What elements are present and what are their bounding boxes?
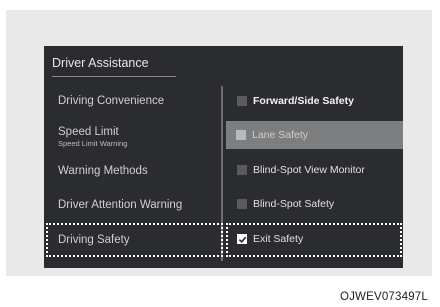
highlight-exit-safety (226, 223, 402, 257)
screen-title: Driver Assistance (52, 56, 149, 70)
option-label: Forward/Side Safety (253, 95, 354, 107)
option-label: Blind-Spot Safety (253, 198, 335, 210)
menu-item-driver-attention-warning[interactable]: Driver Attention Warning (58, 199, 182, 211)
menu-item-label: Speed Limit (58, 126, 119, 138)
option-lane-safety[interactable]: Lane Safety (226, 121, 403, 149)
option-label: Lane Safety (252, 129, 309, 141)
menu-item-label: Driving Convenience (58, 95, 165, 107)
checkbox[interactable] (237, 96, 247, 106)
option-forward-side-safety[interactable]: Forward/Side Safety (227, 86, 403, 116)
option-blind-spot-safety[interactable]: Blind-Spot Safety (227, 189, 403, 219)
checkbox[interactable] (236, 130, 246, 140)
menu-item-sublabel: Speed Limit Warning (58, 139, 128, 148)
checkbox[interactable] (237, 165, 247, 175)
option-blind-spot-view-monitor[interactable]: Blind-Spot View Monitor (227, 155, 403, 185)
menu-item-label: Driver Attention Warning (58, 199, 183, 211)
option-label: Blind-Spot View Monitor (253, 164, 365, 176)
menu-item-driving-convenience[interactable]: Driving Convenience (58, 95, 164, 107)
title-underline (52, 76, 176, 77)
figure-caption: OJWEV073497L (339, 291, 428, 303)
menu-item-speed-limit[interactable]: Speed Limit Speed Limit Warning (58, 126, 127, 148)
highlight-driving-safety (46, 223, 223, 257)
menu-item-warning-methods[interactable]: Warning Methods (58, 165, 148, 177)
checkbox[interactable] (237, 199, 247, 209)
menu-item-label: Warning Methods (58, 165, 148, 177)
